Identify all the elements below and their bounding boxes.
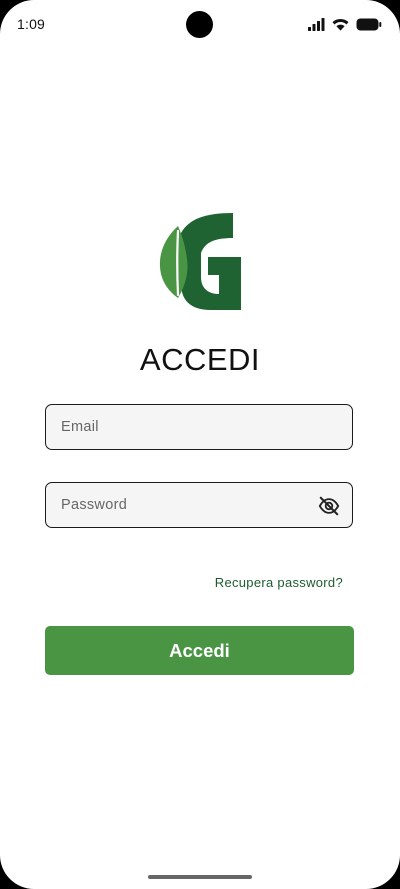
front-camera xyxy=(186,11,213,38)
status-time: 1:09 xyxy=(17,16,46,32)
eye-off-icon[interactable] xyxy=(318,495,340,517)
email-field[interactable] xyxy=(45,404,353,450)
password-input[interactable] xyxy=(46,483,352,527)
wifi-icon xyxy=(332,18,349,31)
email-input[interactable] xyxy=(46,405,352,449)
signal-icon xyxy=(308,17,325,31)
page-title: ACCEDI xyxy=(139,342,261,377)
status-bar: 1:09 xyxy=(0,0,400,50)
status-icons xyxy=(308,17,382,31)
battery-icon xyxy=(356,18,382,31)
login-button[interactable]: Accedi xyxy=(45,626,354,675)
app-logo xyxy=(159,211,243,311)
home-indicator[interactable] xyxy=(148,875,252,879)
password-field[interactable] xyxy=(45,482,353,528)
login-screen: 1:09 ACCEDI Email Recupera password? Acc… xyxy=(0,0,400,889)
recover-password-link[interactable]: Recupera password? xyxy=(215,575,343,590)
